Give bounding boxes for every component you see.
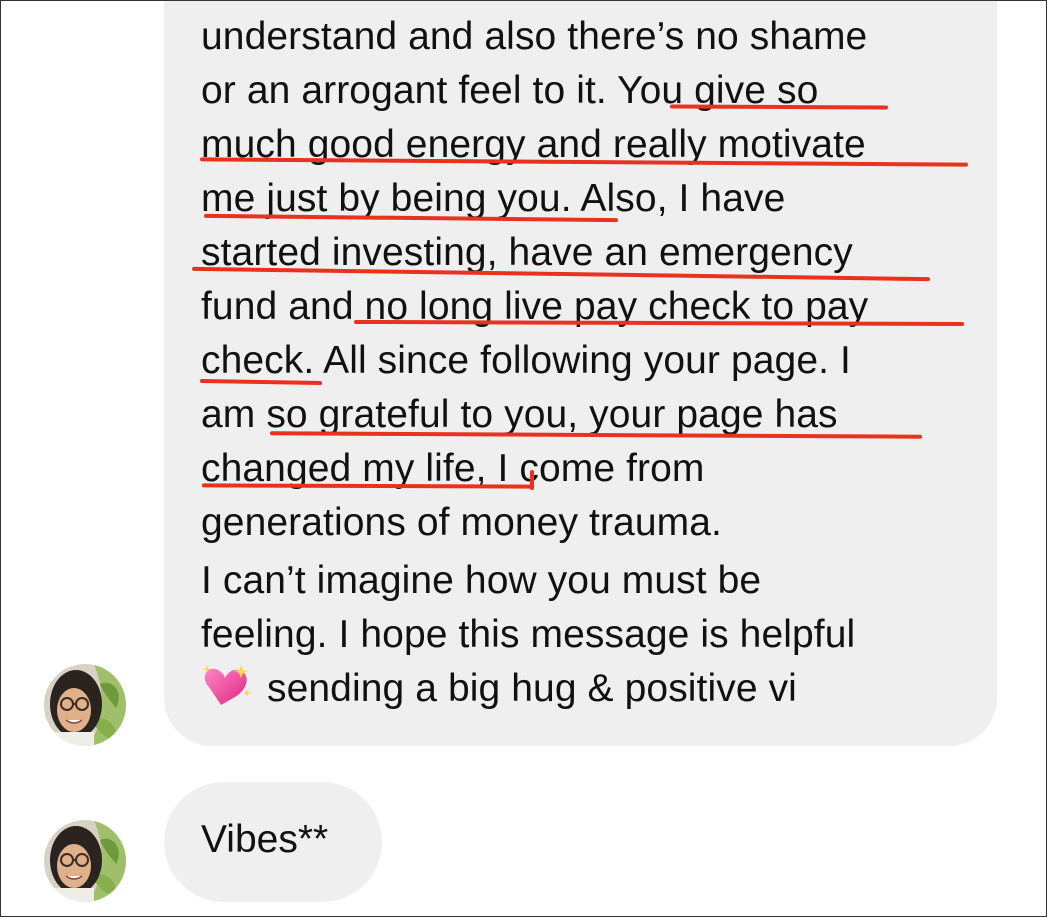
message-line: fund and no long live pay check to pay [201,285,869,328]
message-line: understand and also there’s no shame [201,15,868,58]
message-last-line: sending a big hug & positive vi [201,662,797,716]
message-text: Vibes** [201,818,329,861]
sender-avatar[interactable] [44,820,126,902]
sparkling-heart-icon [201,663,253,707]
message-text: sending a big hug & positive vi [267,667,797,710]
message-line: feeling. I hope this message is helpful [201,613,856,656]
highlight-underline [530,470,534,490]
message-line: I can’t imagine how you must be [201,559,762,602]
message-line: generations of money trauma. [201,501,722,544]
sender-avatar[interactable] [44,664,126,746]
message-line: or an arrogant feel to it. You give so [201,69,819,112]
